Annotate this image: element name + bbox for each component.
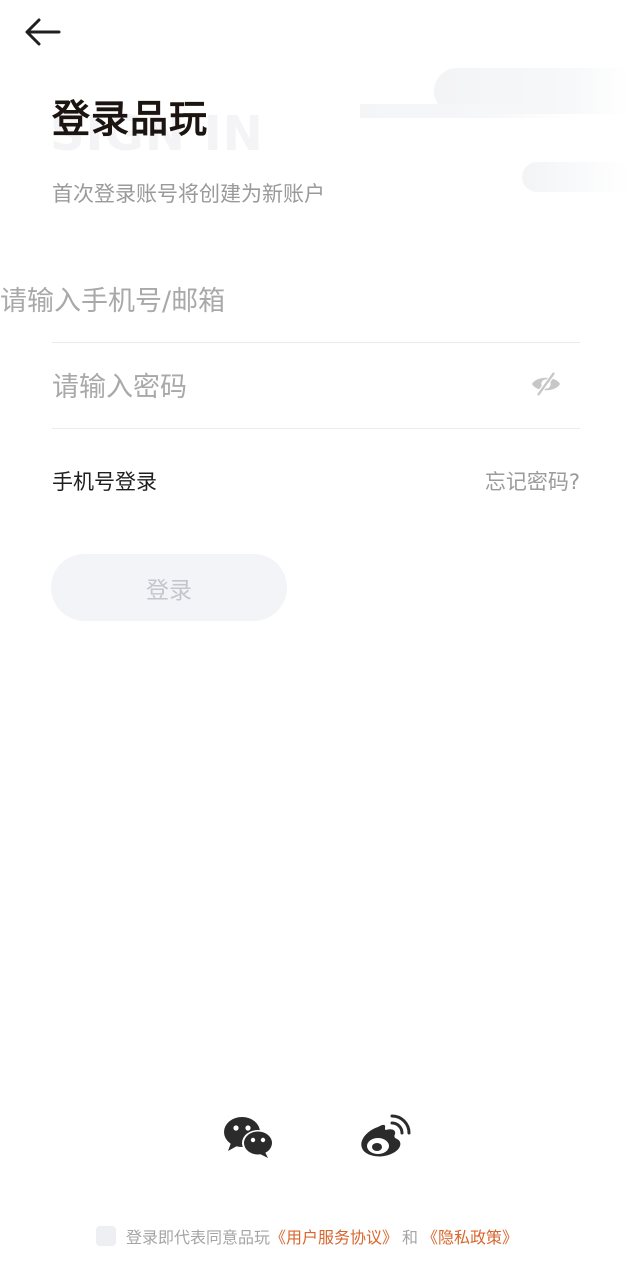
agreement-checkbox[interactable]	[96, 1226, 116, 1246]
privacy-policy-link[interactable]: 《隐私政策》	[422, 1224, 518, 1248]
weibo-login-button[interactable]	[354, 1112, 414, 1166]
weibo-icon	[356, 1113, 412, 1165]
decorative-streak	[360, 104, 570, 118]
terms-link[interactable]: 《用户服务协议》	[270, 1224, 398, 1248]
divider	[52, 428, 580, 429]
forgot-password-link[interactable]: 忘记密码?	[485, 466, 580, 496]
page-subtitle: 首次登录账号将创建为新账户	[52, 182, 325, 206]
agreement-and-text: 和	[402, 1228, 419, 1247]
account-input[interactable]	[0, 276, 580, 326]
agreement-text: 登录即代表同意品玩	[126, 1228, 271, 1247]
wechat-login-button[interactable]	[219, 1112, 279, 1166]
arrow-left-icon	[23, 16, 61, 52]
password-input[interactable]	[52, 362, 512, 412]
password-visibility-toggle[interactable]	[526, 366, 566, 406]
page-title: 登录品玩	[52, 97, 209, 141]
decorative-streak	[522, 162, 630, 192]
login-button[interactable]: 登录	[51, 554, 287, 621]
login-page: SIGN IN 登录品玩 首次登录账号将创建为新账户 手机号登录 忘记密码? 登…	[0, 0, 630, 1280]
wechat-icon	[221, 1113, 277, 1165]
phone-login-link[interactable]: 手机号登录	[52, 466, 157, 496]
agreement-row: 登录即代表同意品玩 《用户服务协议》 和 《隐私政策》	[96, 1222, 518, 1250]
eye-off-icon	[529, 370, 563, 402]
divider	[52, 342, 580, 343]
back-button[interactable]	[18, 12, 66, 56]
